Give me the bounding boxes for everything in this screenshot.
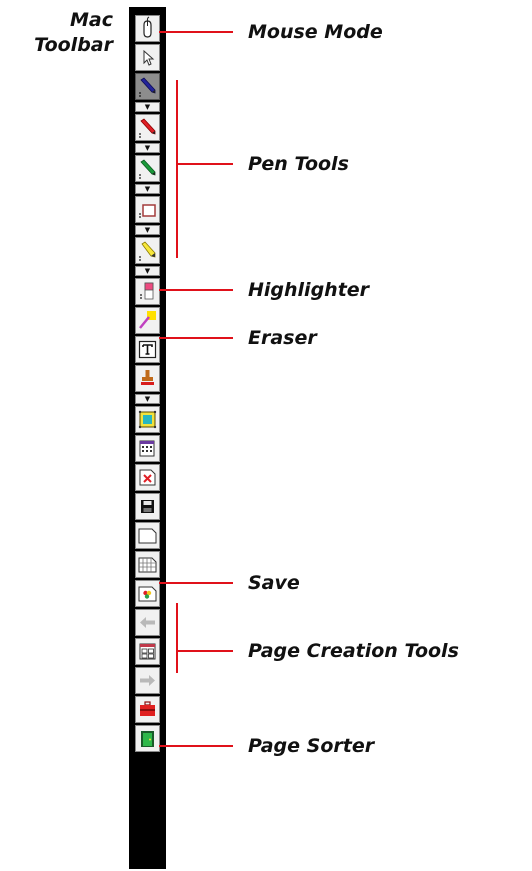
shape-tool-dropdown[interactable]: ▼: [135, 225, 160, 235]
highlighter-icon: [139, 241, 156, 261]
shape-pen-icon: [139, 204, 156, 218]
pen-tool-blue-dropdown[interactable]: ▼: [135, 102, 160, 112]
page-creation-tools-callout-line: [176, 650, 233, 652]
title-line-1: Mac: [70, 9, 113, 31]
pen-tools-callout-line: [176, 163, 233, 165]
pen-tool-blue-button[interactable]: [135, 73, 160, 100]
gallery-icon: [139, 440, 155, 457]
next-page-button[interactable]: [135, 667, 160, 694]
mouse-mode-label: Mouse Mode: [248, 21, 383, 43]
save-button[interactable]: [135, 493, 160, 520]
green-pen-icon: [139, 159, 156, 179]
save-icon: [141, 500, 154, 513]
exit-button[interactable]: [135, 725, 160, 752]
exit-icon: [141, 731, 154, 747]
toolbox-button[interactable]: [135, 696, 160, 723]
page-sorter-icon: [139, 643, 156, 660]
delete-page-icon: [139, 469, 156, 486]
mac-toolbar: ▼ ▼ ▼ ▼ ▼ ▼: [129, 7, 166, 869]
highlighter-callout-line: [159, 289, 233, 291]
toolbox-icon: [140, 701, 155, 716]
page-sorter-button[interactable]: [135, 638, 160, 665]
blank-page-icon: [138, 528, 157, 544]
gallery-button[interactable]: [135, 435, 160, 462]
red-pen-icon: [139, 118, 156, 138]
background-page-icon: [138, 586, 157, 602]
page-creation-tools-bracket: [176, 603, 178, 673]
mouse-mode-button[interactable]: [135, 15, 160, 42]
diagram-title: Mac Toolbar: [34, 8, 113, 58]
stamp-icon: [141, 370, 154, 385]
highlighter-button[interactable]: [135, 237, 160, 264]
stamp-tool-dropdown[interactable]: ▼: [135, 394, 160, 404]
mouse-mode-callout-line: [159, 31, 233, 33]
pen-tools-label: Pen Tools: [248, 153, 349, 175]
forward-arrow-icon: [140, 675, 155, 686]
page-creation-tools-label: Page Creation Tools: [248, 640, 459, 662]
highlighter-dropdown[interactable]: ▼: [135, 266, 160, 276]
delete-page-button[interactable]: [135, 464, 160, 491]
pen-tool-green-dropdown[interactable]: ▼: [135, 184, 160, 194]
pen-tool-red-button[interactable]: [135, 114, 160, 141]
select-button[interactable]: [135, 44, 160, 71]
page-sorter-callout-line: [159, 745, 233, 747]
blank-page-button[interactable]: [135, 522, 160, 549]
text-icon: [138, 340, 157, 359]
shape-tool-button[interactable]: [135, 196, 160, 223]
back-arrow-icon: [140, 617, 155, 628]
save-label: Save: [248, 572, 300, 594]
grid-page-icon: [138, 557, 157, 573]
pen-tools-bracket: [176, 80, 178, 258]
title-line-2: Toolbar: [34, 34, 113, 56]
magic-pen-icon: [139, 311, 156, 329]
screen-capture-button[interactable]: [135, 406, 160, 433]
background-page-button[interactable]: [135, 580, 160, 607]
screen-capture-icon: [138, 410, 157, 429]
eraser-callout-line: [159, 337, 233, 339]
stamp-tool-button[interactable]: [135, 365, 160, 392]
highlighter-label: Highlighter: [248, 279, 370, 301]
mouse-icon: [143, 16, 152, 38]
page-sorter-label: Page Sorter: [248, 735, 375, 757]
pen-tool-red-dropdown[interactable]: ▼: [135, 143, 160, 153]
pointer-icon: [143, 49, 155, 66]
eraser-label: Eraser: [248, 327, 317, 349]
blue-pen-icon: [139, 77, 156, 97]
text-tool-button[interactable]: [135, 336, 160, 363]
save-callout-line: [159, 582, 233, 584]
pen-tool-green-button[interactable]: [135, 155, 160, 182]
previous-page-button[interactable]: [135, 609, 160, 636]
grid-page-button[interactable]: [135, 551, 160, 578]
eraser-icon: [140, 282, 154, 300]
magic-pen-button[interactable]: [135, 307, 160, 334]
eraser-button[interactable]: [135, 278, 160, 305]
